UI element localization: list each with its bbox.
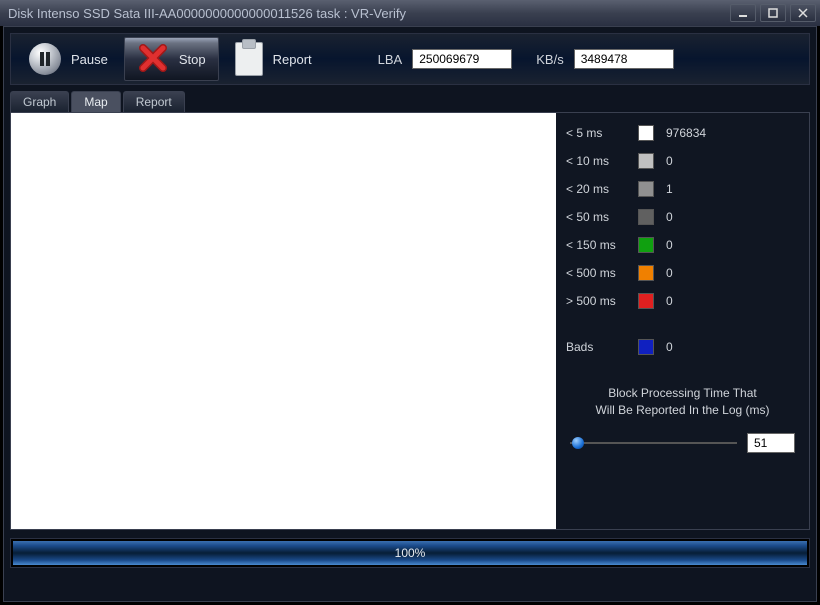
stop-icon	[137, 42, 169, 77]
bads-count: 0	[666, 340, 799, 354]
legend-swatch	[638, 265, 654, 281]
legend-swatch	[638, 181, 654, 197]
legend-row: < 500 ms 0	[566, 265, 799, 281]
report-time-slider[interactable]	[570, 442, 737, 444]
maximize-button[interactable]	[760, 4, 786, 22]
close-icon	[798, 8, 808, 18]
kbs-value[interactable]	[574, 49, 674, 69]
window-title: Disk Intenso SSD Sata III-AA000000000000…	[8, 6, 406, 21]
legend-row: < 20 ms 1	[566, 181, 799, 197]
legend-swatch	[638, 237, 654, 253]
maximize-icon	[768, 8, 778, 18]
progress-bar: 100%	[13, 541, 807, 565]
legend-count: 0	[666, 294, 799, 308]
kbs-label: KB/s	[536, 52, 563, 67]
toolbar: Pause Stop Report LBA KB/s	[10, 33, 810, 85]
legend-row: < 5 ms 976834	[566, 125, 799, 141]
content-panel: < 5 ms976834< 10 ms0< 20 ms1< 50 ms0< 15…	[10, 112, 810, 530]
lba-value[interactable]	[412, 49, 512, 69]
legend-row: < 150 ms 0	[566, 237, 799, 253]
legend-count: 0	[666, 266, 799, 280]
legend-row: > 500 ms 0	[566, 293, 799, 309]
legend-swatch	[638, 125, 654, 141]
legend-count: 0	[666, 210, 799, 224]
progress-container: 100%	[10, 538, 810, 568]
legend-label: < 20 ms	[566, 182, 626, 196]
legend-label: < 50 ms	[566, 210, 626, 224]
legend-swatch	[638, 209, 654, 225]
map-area	[11, 113, 556, 529]
tabs: Graph Map Report	[10, 91, 810, 112]
report-time-text: Block Processing Time That Will Be Repor…	[566, 385, 799, 419]
legend-row: < 10 ms 0	[566, 153, 799, 169]
tab-map[interactable]: Map	[71, 91, 120, 112]
report-label: Report	[273, 52, 312, 67]
legend-panel: < 5 ms976834< 10 ms0< 20 ms1< 50 ms0< 15…	[556, 113, 809, 529]
legend-count: 976834	[666, 126, 799, 140]
pause-label: Pause	[71, 52, 108, 67]
minimize-button[interactable]	[730, 4, 756, 22]
slider-thumb-icon	[572, 437, 584, 449]
bads-label: Bads	[566, 340, 626, 354]
minimize-icon	[738, 8, 748, 18]
bads-swatch	[638, 339, 654, 355]
titlebar: Disk Intenso SSD Sata III-AA000000000000…	[0, 0, 820, 26]
report-time-value[interactable]	[747, 433, 795, 453]
tab-report[interactable]: Report	[123, 91, 185, 112]
legend-label: < 150 ms	[566, 238, 626, 252]
legend-count: 0	[666, 154, 799, 168]
legend-label: < 10 ms	[566, 154, 626, 168]
clipboard-icon	[235, 42, 263, 76]
legend-row: < 50 ms 0	[566, 209, 799, 225]
legend-label: < 5 ms	[566, 126, 626, 140]
lba-label: LBA	[378, 52, 403, 67]
legend-count: 0	[666, 238, 799, 252]
legend-swatch	[638, 153, 654, 169]
pause-button[interactable]: Pause	[17, 37, 120, 81]
close-button[interactable]	[790, 4, 816, 22]
legend-label: < 500 ms	[566, 266, 626, 280]
tab-graph[interactable]: Graph	[10, 91, 69, 112]
app-frame: Pause Stop Report LBA KB/s	[3, 26, 817, 602]
stop-label: Stop	[179, 52, 206, 67]
pause-icon	[29, 43, 61, 75]
stop-button[interactable]: Stop	[124, 37, 219, 81]
progress-percent: 100%	[395, 546, 426, 560]
legend-count: 1	[666, 182, 799, 196]
legend-swatch	[638, 293, 654, 309]
legend-label: > 500 ms	[566, 294, 626, 308]
report-button[interactable]: Report	[223, 37, 324, 81]
